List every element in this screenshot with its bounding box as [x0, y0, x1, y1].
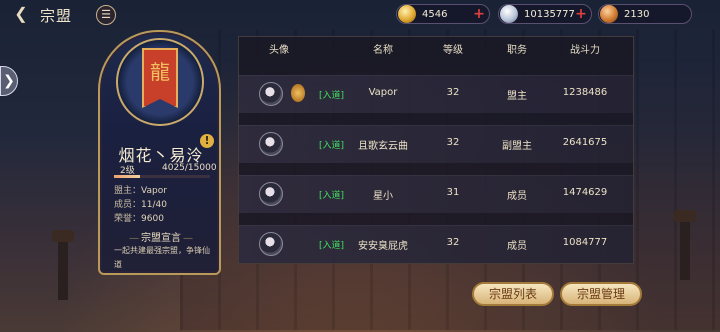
member-name: 星小 [373, 191, 393, 202]
avatar[interactable] [259, 182, 283, 206]
member-role: 成员 [507, 191, 527, 202]
members-line: 成员：11/40 [114, 197, 167, 210]
online-tag: [入道] [319, 241, 345, 251]
exp-bar [114, 175, 210, 178]
add-gold-button[interactable]: + [472, 7, 486, 21]
back-button[interactable]: ❮ [6, 4, 36, 24]
honor-label: 荣誉： [114, 214, 142, 224]
member-name: 且歌玄云曲 [358, 141, 408, 152]
member-power: 1474629 [562, 187, 608, 198]
guild-card: 龍 烟花丶易泠 ! 2级 4025/15000 盟主：Vapor 成员：11/4… [98, 30, 221, 275]
leader-value: Vapor [141, 186, 167, 196]
lamp-post-right [674, 210, 696, 280]
exp-bar-fill [114, 175, 140, 178]
copper-value: 2130 [624, 8, 650, 20]
chevron-right-icon: ❯ [3, 73, 15, 89]
online-tag: [入道] [319, 91, 345, 101]
member-level: 32 [446, 237, 460, 248]
guild-manage-button[interactable]: 宗盟管理 [560, 282, 642, 306]
gold-ingot-icon [398, 5, 416, 23]
header-role: 职务 [507, 45, 527, 56]
member-power: 2641675 [562, 137, 608, 148]
member-power: 1084777 [562, 237, 608, 248]
header-avatar: 头像 [269, 45, 289, 56]
member-level: 31 [446, 187, 460, 198]
avatar[interactable] [259, 232, 283, 256]
add-silver-button[interactable]: + [574, 7, 588, 21]
avatar[interactable] [259, 132, 283, 156]
gold-resource: 4546 + [396, 4, 490, 24]
table-header: 头像 名称 等级 职务 战斗力 [239, 37, 633, 59]
member-role: 盟主 [507, 91, 527, 102]
expand-side-button[interactable]: ❯ [0, 66, 18, 96]
page-title: 宗盟 [40, 7, 73, 25]
honor-line: 荣誉：9600 [114, 211, 164, 224]
guild-exp: 4025/15000 [162, 163, 217, 173]
menu-icon[interactable]: ☰ [96, 5, 116, 25]
table-row[interactable]: [入道] 安安臭屁虎 32 成员 1084777 [239, 225, 633, 263]
lamp-post-left [52, 230, 74, 300]
member-power: 1238486 [562, 87, 608, 98]
member-level: 32 [446, 87, 460, 98]
manifesto-title: 宗盟宣言 [106, 229, 216, 244]
header-name: 名称 [373, 45, 393, 56]
copper-resource: 2130 [598, 4, 692, 24]
members-value: 11/40 [141, 200, 167, 210]
leader-label: 盟主： [114, 186, 142, 196]
online-tag: [入道] [319, 191, 345, 201]
online-tag: [入道] [319, 141, 345, 151]
members-label: 成员： [114, 200, 142, 210]
info-icon[interactable]: ! [200, 134, 214, 148]
member-role: 副盟主 [502, 141, 532, 152]
table-row[interactable]: [入道] 星小 31 成员 1474629 [239, 175, 633, 213]
silver-value: 10135777 [524, 8, 575, 20]
silver-resource: 10135777 + [498, 4, 592, 24]
dragon-icon: 龍 [150, 60, 170, 84]
member-role: 成员 [507, 241, 527, 252]
header-level: 等级 [443, 45, 463, 56]
member-name: Vapor [368, 87, 398, 98]
member-level: 32 [446, 137, 460, 148]
copper-coin-icon [600, 5, 618, 23]
header-power: 战斗力 [570, 45, 600, 56]
table-row[interactable]: [入道] Vapor 32 盟主 1238486 [239, 75, 633, 113]
member-table: 头像 名称 等级 职务 战斗力 [入道] Vapor 32 盟主 1238486… [238, 36, 634, 264]
table-row[interactable]: [入道] 且歌玄云曲 32 副盟主 2641675 [239, 125, 633, 163]
chevron-back-icon: ❮ [14, 4, 28, 23]
top-bar: ❮ 宗盟 ☰ 4546 + 10135777 + 2130 [0, 0, 720, 28]
member-name: 安安臭屁虎 [358, 241, 408, 252]
avatar[interactable] [259, 82, 283, 106]
honor-value: 9600 [141, 214, 164, 224]
gold-value: 4546 [422, 8, 448, 20]
guild-list-button[interactable]: 宗盟列表 [472, 282, 554, 306]
manifesto-text: 一起共建最强宗盟，争锋仙道 [114, 246, 210, 269]
leader-line: 盟主：Vapor [114, 183, 167, 196]
silver-coin-icon [500, 5, 518, 23]
leader-medal-icon [291, 84, 305, 102]
